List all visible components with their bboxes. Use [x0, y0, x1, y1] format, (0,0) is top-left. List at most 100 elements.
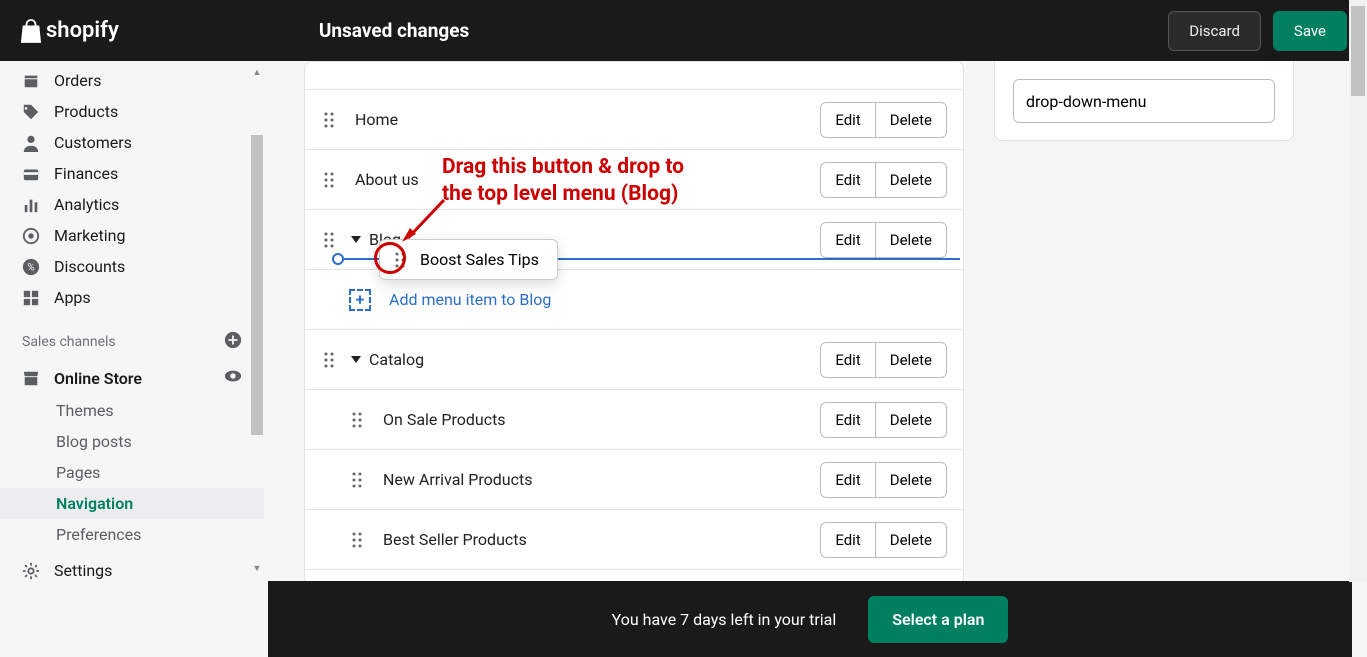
- sidebar-item-label: Orders: [54, 71, 101, 90]
- sidebar-item-label: Customers: [54, 133, 132, 152]
- drop-indicator-circle: [332, 253, 344, 265]
- menu-item-label: Home: [355, 110, 398, 129]
- delete-button[interactable]: Delete: [876, 342, 947, 378]
- shopify-bag-icon: [20, 18, 42, 44]
- drag-handle-icon[interactable]: [392, 252, 408, 268]
- sub-item-preferences[interactable]: Preferences: [0, 519, 264, 550]
- delete-button[interactable]: Delete: [876, 222, 947, 258]
- drag-handle-icon[interactable]: [349, 532, 365, 548]
- sidebar-item-settings[interactable]: Settings: [0, 555, 264, 586]
- menu-item-label: About us: [355, 170, 419, 189]
- sidebar-item-label: Finances: [54, 164, 118, 183]
- drag-handle-icon[interactable]: [349, 412, 365, 428]
- sidebar-item-apps[interactable]: Apps: [0, 282, 264, 313]
- person-icon: [22, 134, 40, 152]
- menu-row-best-seller: Best Seller Products Edit Delete: [305, 510, 963, 570]
- sidebar-item-finances[interactable]: Finances: [0, 158, 264, 189]
- add-menu-item-label: Add menu item to Blog: [389, 290, 551, 309]
- sub-item-pages[interactable]: Pages: [0, 457, 264, 488]
- menu-row-on-sale: On Sale Products Edit Delete: [305, 390, 963, 450]
- top-actions: Discard Save: [1168, 11, 1347, 51]
- sidebar-item-analytics[interactable]: Analytics: [0, 189, 264, 220]
- apps-icon: [22, 289, 40, 307]
- shopify-logo: shopify: [20, 18, 119, 44]
- sidebar-item-label: Products: [54, 102, 118, 121]
- trial-text: You have 7 days left in your trial: [612, 610, 837, 629]
- delete-button[interactable]: Delete: [876, 462, 947, 498]
- save-button[interactable]: Save: [1273, 11, 1347, 51]
- eye-icon[interactable]: [224, 367, 242, 389]
- content-area: Home Edit Delete About us Edit Delete Bl…: [264, 61, 1367, 642]
- sidebar-item-marketing[interactable]: Marketing: [0, 220, 264, 251]
- svg-text:%: %: [27, 262, 34, 273]
- discard-button[interactable]: Discard: [1168, 11, 1261, 51]
- sales-channels-label: Sales channels: [22, 334, 116, 350]
- menu-item-label: New Arrival Products: [383, 470, 532, 489]
- store-icon: [22, 369, 40, 387]
- menu-handle-input[interactable]: [1013, 79, 1275, 123]
- edit-button[interactable]: Edit: [820, 402, 875, 438]
- gear-icon: [22, 562, 40, 580]
- dragging-label: Boost Sales Tips: [420, 250, 539, 269]
- sidebar-scrollbar[interactable]: ▲ ▼: [250, 65, 264, 575]
- dragging-menu-item[interactable]: Boost Sales Tips: [379, 239, 558, 280]
- sub-item-themes[interactable]: Themes: [0, 395, 264, 426]
- sidebar-item-label: Analytics: [54, 195, 119, 214]
- handle-card: [994, 61, 1294, 141]
- scrollbar-thumb[interactable]: [1351, 6, 1365, 96]
- drag-handle-icon[interactable]: [321, 352, 337, 368]
- sidebar-item-products[interactable]: Products: [0, 96, 264, 127]
- select-plan-button[interactable]: Select a plan: [868, 596, 1008, 643]
- drag-handle-icon[interactable]: [321, 112, 337, 128]
- tag-icon: [22, 103, 40, 121]
- annotation-line1: Drag this button & drop to: [442, 154, 684, 181]
- sidebar-item-label: Settings: [54, 561, 112, 580]
- caret-down-icon[interactable]: [351, 356, 361, 363]
- sidebar-item-customers[interactable]: Customers: [0, 127, 264, 158]
- caret-down-icon[interactable]: [351, 236, 361, 243]
- annotation-line2: the top level menu (Blog): [442, 181, 684, 208]
- brand-text: shopify: [46, 18, 119, 43]
- bar-chart-icon: [22, 196, 40, 214]
- edit-button[interactable]: Edit: [820, 342, 875, 378]
- annotation-text: Drag this button & drop to the top level…: [442, 154, 684, 209]
- menu-items-panel: Home Edit Delete About us Edit Delete Bl…: [304, 61, 964, 642]
- add-channel-icon[interactable]: [224, 331, 242, 353]
- edit-button[interactable]: Edit: [820, 462, 875, 498]
- sidebar-item-label: Online Store: [54, 369, 142, 388]
- dashed-plus-icon: +: [349, 289, 371, 311]
- delete-button[interactable]: Delete: [876, 102, 947, 138]
- scroll-up-icon[interactable]: ▲: [250, 65, 264, 79]
- sidebar: Orders Products Customers Finances Analy…: [0, 61, 264, 642]
- sidebar-item-orders[interactable]: Orders: [0, 65, 264, 96]
- menu-row-home: Home Edit Delete: [305, 90, 963, 150]
- sub-item-blog-posts[interactable]: Blog posts: [0, 426, 264, 457]
- drag-handle-icon[interactable]: [349, 472, 365, 488]
- delete-button[interactable]: Delete: [876, 162, 947, 198]
- page-scrollbar[interactable]: [1349, 0, 1367, 582]
- delete-button[interactable]: Delete: [876, 522, 947, 558]
- drag-handle-icon[interactable]: [321, 232, 337, 248]
- edit-button[interactable]: Edit: [820, 522, 875, 558]
- menu-item-label: Catalog: [369, 350, 424, 369]
- sidebar-item-online-store[interactable]: Online Store: [0, 361, 264, 395]
- menu-item-label: Best Seller Products: [383, 530, 527, 549]
- edit-button[interactable]: Edit: [820, 222, 875, 258]
- drag-handle-icon[interactable]: [321, 172, 337, 188]
- sub-item-navigation[interactable]: Navigation: [0, 488, 264, 519]
- sidebar-item-label: Discounts: [54, 257, 125, 276]
- sidebar-item-discounts[interactable]: % Discounts: [0, 251, 264, 282]
- sales-channels-header: Sales channels: [0, 313, 264, 361]
- edit-button[interactable]: Edit: [820, 102, 875, 138]
- wallet-icon: [22, 165, 40, 183]
- menu-row-new-arrival: New Arrival Products Edit Delete: [305, 450, 963, 510]
- sidebar-item-label: Marketing: [54, 226, 125, 245]
- menu-row-catalog: Catalog Edit Delete: [305, 330, 963, 390]
- scroll-down-icon[interactable]: ▼: [250, 561, 264, 575]
- orders-icon: [22, 72, 40, 90]
- menu-item-label: On Sale Products: [383, 410, 506, 429]
- delete-button[interactable]: Delete: [876, 402, 947, 438]
- edit-button[interactable]: Edit: [820, 162, 875, 198]
- unsaved-changes-label: Unsaved changes: [319, 19, 469, 42]
- scrollbar-thumb[interactable]: [251, 135, 263, 435]
